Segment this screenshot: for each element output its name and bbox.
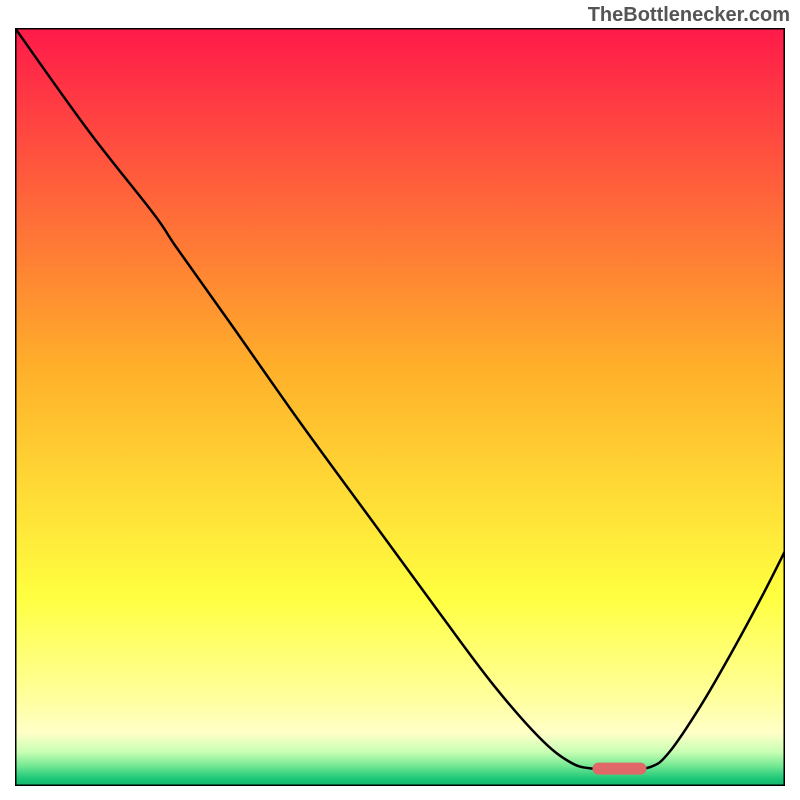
optimal-marker [593, 763, 647, 775]
chart-background [15, 28, 785, 786]
watermark-text: TheBottlenecker.com [588, 4, 790, 27]
chart-svg [15, 28, 785, 786]
chart-plot-area [15, 28, 785, 786]
